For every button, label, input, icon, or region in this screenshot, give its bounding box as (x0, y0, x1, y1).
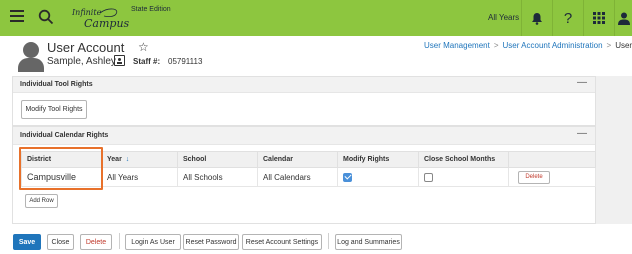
action-bar-divider (328, 233, 329, 249)
cell-close-school-months (418, 167, 509, 187)
modify-rights-checkbox[interactable] (343, 172, 352, 182)
cell-actions: Delete (508, 167, 596, 187)
action-bar-divider (119, 233, 120, 249)
calendar-rights-table: District Year ↓ School Calendar Modify Ri… (21, 151, 596, 187)
calendar-rights-heading: Individual Calendar Rights (20, 132, 109, 139)
calendar-rights-header: Individual Calendar Rights — (13, 127, 595, 145)
column-header-year[interactable]: Year ↓ (101, 151, 178, 168)
top-navigation-bar: Infinite Campus State Edition All Years … (0, 0, 632, 36)
page-title: User Account (47, 40, 125, 55)
search-icon[interactable] (38, 9, 54, 25)
tool-rights-panel: Individual Tool Rights — (12, 76, 596, 126)
bell-icon (532, 12, 542, 25)
cell-school: All Schools (177, 167, 258, 187)
login-as-user-button[interactable]: Login As User (125, 234, 181, 250)
breadcrumb-separator: > (493, 41, 499, 50)
edition-label: State Edition (131, 6, 171, 13)
year-selector[interactable]: All Years (488, 13, 519, 22)
delete-button[interactable]: Delete (80, 234, 112, 250)
logo-text-infinite: Infinite (72, 8, 102, 17)
notifications-button[interactable] (522, 0, 552, 36)
staff-number-label: Staff #: (133, 57, 161, 66)
reset-account-settings-button[interactable]: Reset Account Settings (242, 234, 322, 250)
breadcrumb: User Management > User Account Administrat… (424, 41, 632, 50)
page-gutter (596, 76, 632, 224)
help-icon: ? (563, 9, 573, 27)
collapse-icon[interactable]: — (577, 77, 587, 88)
id-card-icon[interactable] (114, 55, 125, 66)
breadcrumb-user-management[interactable]: User Management (424, 41, 490, 50)
column-header-actions (508, 151, 596, 168)
save-button[interactable]: Save (13, 234, 41, 250)
table-row: Campusville All Years All Schools All Ca… (21, 167, 596, 187)
tool-rights-header: Individual Tool Rights — (13, 77, 595, 93)
column-header-school[interactable]: School (177, 151, 258, 168)
close-school-months-checkbox[interactable] (424, 172, 433, 182)
tool-rights-heading: Individual Tool Rights (20, 81, 93, 88)
avatar (18, 42, 44, 72)
staff-number-value: 05791113 (168, 57, 203, 66)
person-name: Sample, Ashley (47, 56, 116, 67)
collapse-icon[interactable]: — (577, 128, 587, 139)
modify-tool-rights-button[interactable]: Modify Tool Rights (21, 100, 87, 119)
cell-calendar: All Calendars (257, 167, 338, 187)
logo-text-campus: Campus (84, 17, 130, 30)
infinite-campus-logo[interactable]: Infinite Campus (70, 6, 130, 30)
breadcrumb-separator: > (606, 41, 612, 50)
user-menu-button[interactable] (615, 0, 632, 36)
column-header-calendar[interactable]: Calendar (257, 151, 338, 168)
apps-grid-icon (593, 12, 605, 24)
favorite-star-icon[interactable]: ☆ (138, 40, 149, 54)
delete-row-button[interactable]: Delete (518, 170, 550, 184)
cell-year: All Years (101, 167, 178, 187)
cell-modify-rights (337, 167, 419, 187)
add-row-button[interactable]: Add Row (25, 194, 58, 208)
help-button[interactable]: ? (553, 0, 583, 36)
district-highlight-box (19, 147, 103, 190)
user-icon (618, 12, 630, 25)
log-and-summaries-button[interactable]: Log and Summaries (335, 234, 402, 250)
reset-password-button[interactable]: Reset Password (183, 234, 239, 250)
menu-icon[interactable] (10, 10, 24, 24)
breadcrumb-current: User Account (615, 41, 632, 50)
apps-button[interactable] (584, 0, 614, 36)
sort-down-icon[interactable]: ↓ (126, 156, 130, 163)
column-header-close-school-months[interactable]: Close School Months (418, 151, 509, 168)
close-button[interactable]: Close (47, 234, 74, 250)
breadcrumb-user-account-administration[interactable]: User Account Administration (502, 41, 602, 50)
table-header-row: District Year ↓ School Calendar Modify Ri… (21, 151, 596, 168)
column-header-modify-rights[interactable]: Modify Rights (337, 151, 419, 168)
